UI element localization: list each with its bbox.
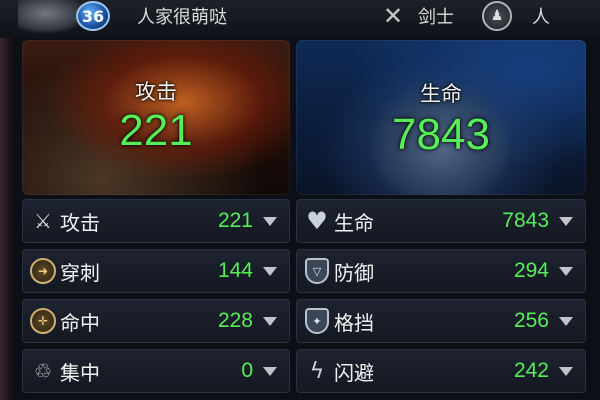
- life-panel-label: 生命: [420, 82, 462, 106]
- expand-arrow-icon[interactable]: [263, 316, 277, 326]
- stat-value: 7843: [502, 209, 549, 232]
- stat-row-accuracy[interactable]: ✛ 命中 228: [22, 299, 290, 343]
- stat-label: 格挡: [334, 310, 374, 335]
- swordsman-class-icon: ✕: [382, 2, 404, 30]
- race-label: 人: [532, 7, 550, 28]
- life-panel-value: 7843: [392, 110, 490, 159]
- stat-value: 242: [513, 359, 549, 382]
- stat-value: 0: [241, 359, 253, 382]
- stat-value: 228: [217, 309, 253, 332]
- stat-value: 221: [217, 209, 253, 232]
- stat-row-pierce[interactable]: ➜ 穿刺 144: [22, 249, 290, 293]
- expand-arrow-icon[interactable]: [559, 266, 573, 276]
- stat-label: 集中: [60, 360, 100, 385]
- stat-row-block[interactable]: ✦ 格挡 256: [296, 299, 586, 343]
- left-edge-strip: [0, 0, 14, 400]
- stat-row-defense[interactable]: ▽ 防御 294: [296, 249, 586, 293]
- stat-label: 命中: [60, 310, 100, 335]
- player-name: 人家很萌哒: [137, 7, 227, 28]
- stat-label: 防御: [334, 260, 374, 285]
- shield-icon: ▽: [302, 256, 332, 286]
- lightning-icon: ϟ: [309, 358, 325, 384]
- stat-row-focus[interactable]: ♲ 集中 0: [22, 349, 290, 393]
- race-icon: ♟: [482, 1, 512, 31]
- stat-label: 生命: [334, 210, 374, 235]
- expand-arrow-icon[interactable]: [263, 366, 277, 376]
- stat-row-attack[interactable]: ⚔ 攻击 221: [22, 199, 290, 243]
- stat-value: 144: [217, 259, 253, 282]
- character-header: 36 人家很萌哒 ✕ 剑士 ♟ 人: [0, 0, 600, 38]
- focus-icon: ♲: [34, 359, 52, 383]
- life-summary-panel: 生命 7843: [296, 40, 586, 195]
- stat-row-life[interactable]: ♥ 生命 7843: [296, 199, 586, 243]
- expand-arrow-icon[interactable]: [559, 366, 573, 376]
- expand-arrow-icon[interactable]: [263, 266, 277, 276]
- heart-icon: ♥: [306, 207, 328, 235]
- target-icon: ✛: [28, 306, 58, 336]
- attack-panel-label: 攻击: [135, 80, 177, 104]
- stat-label: 闪避: [334, 360, 374, 385]
- stat-value: 294: [513, 259, 549, 282]
- stat-label: 攻击: [60, 210, 100, 235]
- attack-summary-panel: 攻击 221: [22, 40, 290, 195]
- block-shield-icon: ✦: [302, 306, 332, 336]
- stat-value: 256: [513, 309, 549, 332]
- expand-arrow-icon[interactable]: [559, 316, 573, 326]
- expand-arrow-icon[interactable]: [559, 216, 573, 226]
- class-label: 剑士: [418, 7, 454, 28]
- pierce-icon: ➜: [28, 256, 58, 286]
- crossed-swords-icon: ⚔: [34, 209, 52, 233]
- attack-panel-value: 221: [119, 106, 193, 155]
- stat-row-evasion[interactable]: ϟ 闪避 242: [296, 349, 586, 393]
- level-badge: 36: [76, 1, 110, 31]
- stat-label: 穿刺: [60, 260, 100, 285]
- expand-arrow-icon[interactable]: [263, 216, 277, 226]
